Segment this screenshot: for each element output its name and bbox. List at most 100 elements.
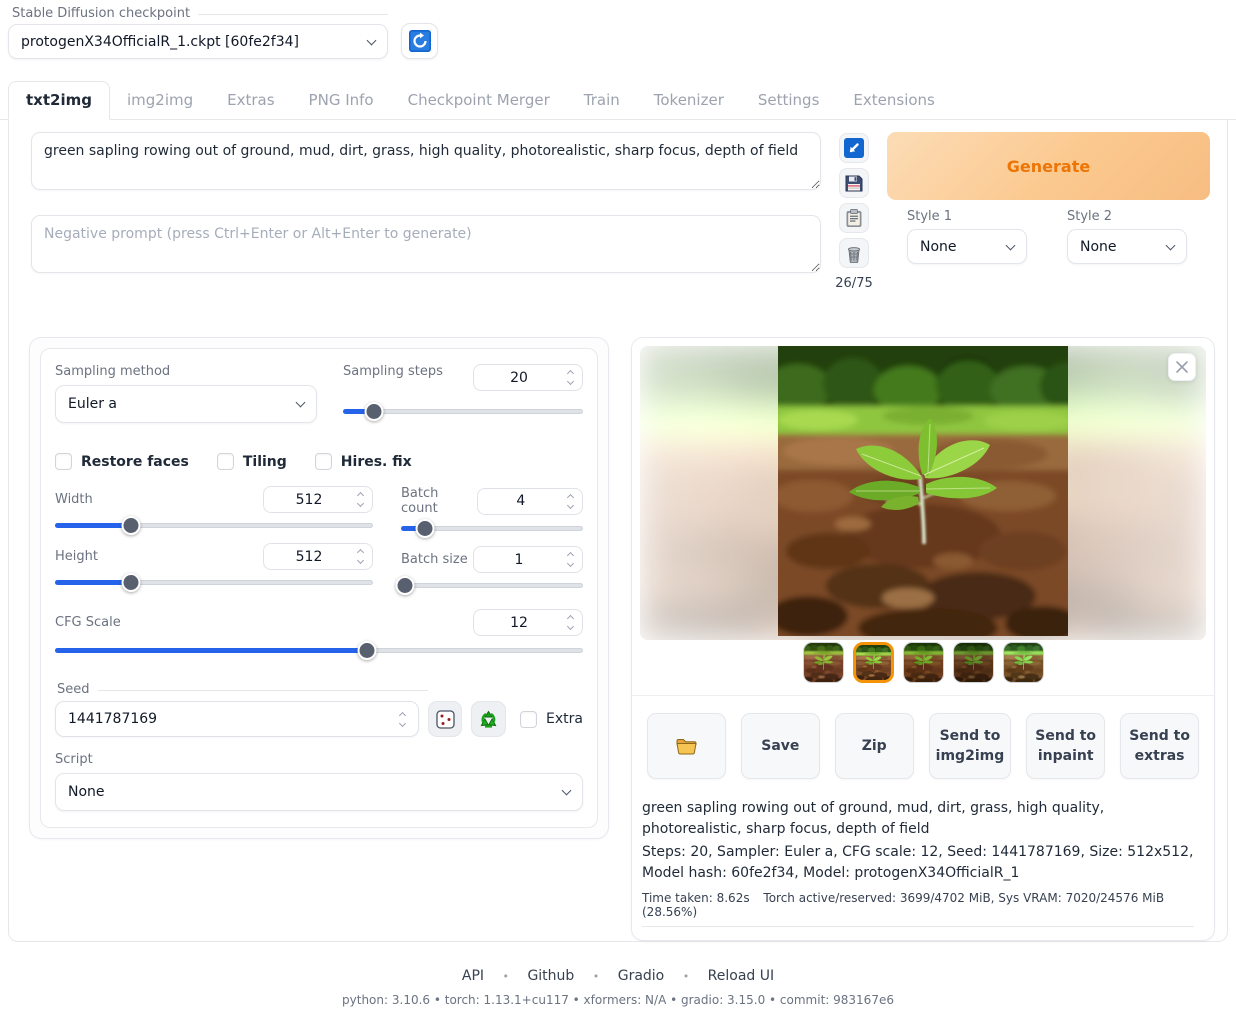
- number-spinner[interactable]: [354, 493, 372, 506]
- script-value: None: [68, 784, 563, 800]
- batch-count-slider[interactable]: [401, 518, 583, 538]
- batch-count-number[interactable]: 4: [477, 488, 583, 515]
- sampling-method-value: Euler a: [68, 396, 297, 412]
- send-to-inpaint-button[interactable]: Send to inpaint: [1026, 713, 1105, 779]
- footer-link-reload-ui[interactable]: Reload UI: [708, 968, 774, 984]
- checkpoint-bar: Stable Diffusion checkpoint protogenX34O…: [0, 0, 1236, 59]
- tiling-label: Tiling: [243, 454, 287, 470]
- clear-prompt-button[interactable]: [839, 238, 869, 268]
- hires-fix-checkbox[interactable]: Hires. fix: [315, 453, 412, 470]
- style2-dropdown[interactable]: None: [1067, 229, 1187, 264]
- cfg-scale-number[interactable]: 12: [473, 609, 583, 636]
- chevron-down-icon: [562, 786, 572, 796]
- batch-size-value: 1: [474, 552, 564, 568]
- extra-seed-checkbox[interactable]: Extra: [520, 711, 583, 728]
- send-to-extras-button[interactable]: Send to extras: [1120, 713, 1199, 779]
- open-folder-button[interactable]: [647, 713, 726, 779]
- thumbnail-2-selected[interactable]: [853, 642, 894, 683]
- cfg-scale-slider[interactable]: [55, 640, 583, 660]
- folder-icon: [675, 735, 698, 758]
- apply-style-button[interactable]: [839, 203, 869, 233]
- number-spinner[interactable]: [354, 550, 372, 563]
- slider-handle[interactable]: [122, 573, 141, 592]
- tab-checkpoint-merger[interactable]: Checkpoint Merger: [391, 82, 567, 119]
- thumbnail-3[interactable]: [903, 642, 944, 683]
- tab-extensions[interactable]: Extensions: [836, 82, 951, 119]
- sampling-steps-slider[interactable]: [343, 401, 583, 421]
- batch-size-number[interactable]: 1: [473, 546, 583, 573]
- tiling-checkbox[interactable]: Tiling: [217, 453, 287, 470]
- footer-separator: •: [502, 970, 509, 983]
- number-spinner[interactable]: [564, 371, 582, 384]
- slider-handle[interactable]: [415, 519, 434, 538]
- style1-value: None: [920, 239, 1007, 255]
- checkpoint-dropdown[interactable]: protogenX34OfficialR_1.ckpt [60fe2f34]: [8, 24, 388, 59]
- script-dropdown[interactable]: None: [55, 773, 583, 811]
- chevron-down-icon: [367, 35, 377, 45]
- height-slider[interactable]: [55, 572, 373, 592]
- tab-extras[interactable]: Extras: [210, 82, 291, 119]
- generated-image[interactable]: [778, 346, 1068, 636]
- height-value: 512: [264, 549, 354, 565]
- tab-tokenizer[interactable]: Tokenizer: [637, 82, 741, 119]
- seed-input[interactable]: 1441787169: [55, 701, 419, 737]
- random-seed-button[interactable]: [428, 701, 463, 737]
- image-gallery: [632, 338, 1214, 696]
- style1-dropdown[interactable]: None: [907, 229, 1027, 264]
- slider-handle[interactable]: [395, 576, 414, 595]
- chevron-down-icon: [1006, 240, 1016, 250]
- main-tabbar: txt2img img2img Extras PNG Info Checkpoi…: [0, 81, 1236, 120]
- save-style-button[interactable]: [839, 168, 869, 198]
- restore-faces-checkbox[interactable]: Restore faces: [55, 453, 189, 470]
- tab-txt2img[interactable]: txt2img: [8, 81, 110, 120]
- checkbox-box[interactable]: [520, 711, 537, 728]
- read-generation-params-button[interactable]: [839, 133, 869, 163]
- width-slider[interactable]: [55, 515, 373, 535]
- checkbox-box[interactable]: [217, 453, 234, 470]
- batch-size-slider[interactable]: [401, 575, 583, 595]
- thumbnail-5[interactable]: [1003, 642, 1044, 683]
- footer-link-api[interactable]: API: [462, 968, 484, 984]
- stable-diffusion-webui: Stable Diffusion checkpoint protogenX34O…: [0, 0, 1236, 1021]
- sampling-method-dropdown[interactable]: Euler a: [55, 385, 317, 423]
- sampling-steps-number[interactable]: 20: [473, 364, 583, 391]
- slider-handle[interactable]: [365, 402, 384, 421]
- thumbnail-1[interactable]: [803, 642, 844, 683]
- save-button[interactable]: Save: [741, 713, 820, 779]
- slider-handle[interactable]: [122, 516, 141, 535]
- hires-fix-label: Hires. fix: [341, 454, 412, 470]
- footer-link-github[interactable]: Github: [527, 968, 574, 984]
- refresh-icon: [409, 30, 431, 52]
- seed-label: Seed: [57, 682, 90, 697]
- tab-img2img[interactable]: img2img: [110, 82, 210, 119]
- checkpoint-label-text: Stable Diffusion checkpoint: [12, 6, 190, 21]
- send-to-img2img-button[interactable]: Send to img2img: [929, 713, 1012, 779]
- checkbox-box[interactable]: [315, 453, 332, 470]
- sampling-steps-label: Sampling steps: [343, 364, 443, 379]
- checkbox-box[interactable]: [55, 453, 72, 470]
- tab-train[interactable]: Train: [567, 82, 637, 119]
- style2-value: None: [1080, 239, 1167, 255]
- zip-button[interactable]: Zip: [835, 713, 914, 779]
- footer-link-gradio[interactable]: Gradio: [618, 968, 665, 984]
- tab-png-info[interactable]: PNG Info: [292, 82, 391, 119]
- negative-prompt-input[interactable]: [31, 215, 821, 273]
- number-spinner[interactable]: [564, 495, 582, 508]
- footer-separator: •: [683, 970, 690, 983]
- thumbnail-4[interactable]: [953, 642, 994, 683]
- refresh-checkpoints-button[interactable]: [401, 23, 438, 59]
- width-label: Width: [55, 492, 93, 507]
- height-number[interactable]: 512: [263, 543, 373, 570]
- clipboard-icon: [844, 208, 864, 228]
- number-spinner[interactable]: [564, 616, 582, 629]
- tab-settings[interactable]: Settings: [741, 82, 837, 119]
- style1-label: Style 1: [907, 209, 1027, 224]
- number-spinner[interactable]: [564, 553, 582, 566]
- reuse-seed-button[interactable]: [471, 701, 506, 737]
- prompt-input[interactable]: green sapling rowing out of ground, mud,…: [31, 132, 821, 190]
- generate-button[interactable]: Generate: [887, 132, 1210, 200]
- width-number[interactable]: 512: [263, 486, 373, 513]
- close-gallery-button[interactable]: [1168, 353, 1196, 381]
- number-spinner[interactable]: [396, 713, 414, 726]
- slider-handle[interactable]: [357, 641, 376, 660]
